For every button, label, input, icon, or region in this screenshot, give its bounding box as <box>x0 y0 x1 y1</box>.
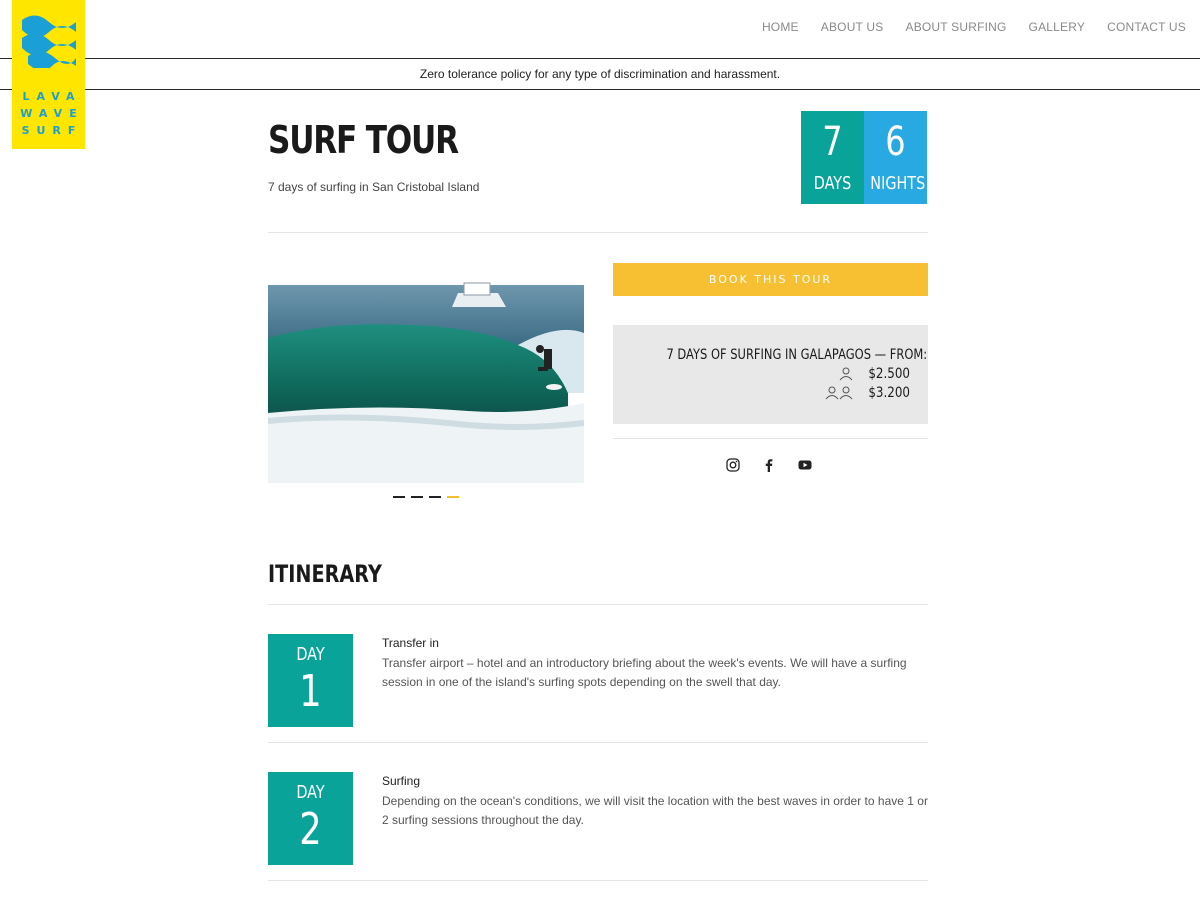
page-subtitle: 7 days of surfing in San Cristobal Islan… <box>268 180 480 194</box>
nav-about-us[interactable]: ABOUT US <box>821 20 884 34</box>
person-icon <box>839 367 853 381</box>
tour-photo[interactable] <box>268 263 584 483</box>
day-description-block: Surfing Depending on the ocean's conditi… <box>382 774 928 830</box>
nights-badge: 6 NIGHTS <box>864 111 927 204</box>
day-label: DAY <box>296 782 325 803</box>
nights-number: 6 <box>885 119 906 165</box>
main-nav: HOME ABOUT US ABOUT SURFING GALLERY CONT… <box>762 20 1186 34</box>
notice-text: Zero tolerance policy for any type of di… <box>419 67 781 81</box>
day-label: DAY <box>296 644 325 665</box>
page-title: SURF TOUR <box>268 118 459 162</box>
day-badge: DAY 2 <box>268 772 353 865</box>
single-price-row: $2.500 <box>613 366 910 382</box>
book-tour-button[interactable]: BOOK THIS TOUR <box>613 263 928 296</box>
slider-dot[interactable] <box>411 496 423 498</box>
logo[interactable]: LAVA WAVE SURF <box>12 0 85 149</box>
nav-about-surfing[interactable]: ABOUT SURFING <box>905 20 1006 34</box>
day-description: Transfer airport – hotel and an introduc… <box>382 656 907 689</box>
price-title: 7 DAYS OF SURFING IN GALAPAGOS — FROM: <box>666 347 928 363</box>
day-divider <box>268 742 928 743</box>
logo-text-line3: SURF <box>21 124 83 137</box>
day-title: Surfing <box>382 774 421 788</box>
facebook-icon[interactable] <box>761 457 777 473</box>
single-price: $2.500 <box>868 366 910 382</box>
logo-text-line1: LAVA <box>22 90 82 103</box>
day-divider <box>268 880 928 881</box>
day-badge: DAY 1 <box>268 634 353 727</box>
days-number: 7 <box>822 119 843 165</box>
slider-dot-active[interactable] <box>447 496 459 498</box>
double-price-row: $3.200 <box>613 385 910 401</box>
double-price: $3.200 <box>868 385 910 401</box>
slider-dots <box>393 496 459 498</box>
day-number: 1 <box>299 666 322 717</box>
day-description-block: Transfer in Transfer airport – hotel and… <box>382 636 928 692</box>
wave-logo-icon <box>22 15 76 68</box>
slider-dot[interactable] <box>393 496 405 498</box>
nav-contact-us[interactable]: CONTACT US <box>1107 20 1186 34</box>
nav-gallery[interactable]: GALLERY <box>1029 20 1086 34</box>
days-badge: 7 DAYS <box>801 111 864 204</box>
instagram-icon[interactable] <box>725 457 741 473</box>
day-title: Transfer in <box>382 636 439 650</box>
days-label: DAYS <box>813 173 852 194</box>
surfer-image <box>268 263 584 483</box>
nav-home[interactable]: HOME <box>762 20 799 34</box>
itinerary-divider <box>268 604 928 605</box>
itinerary-title: ITINERARY <box>268 560 382 588</box>
day-number: 2 <box>299 804 322 855</box>
booking-divider <box>613 438 928 439</box>
logo-text-line2: WAVE <box>20 107 84 120</box>
slider-dot[interactable] <box>429 496 441 498</box>
header-divider <box>268 232 928 233</box>
two-persons-icon <box>825 386 853 400</box>
notice-bar: Zero tolerance policy for any type of di… <box>0 58 1200 90</box>
youtube-icon[interactable] <box>797 457 813 473</box>
price-box: 7 DAYS OF SURFING IN GALAPAGOS — FROM: $… <box>613 325 928 424</box>
social-links <box>725 457 813 473</box>
nights-label: NIGHTS <box>870 173 926 194</box>
day-description: Depending on the ocean's conditions, we … <box>382 794 928 827</box>
